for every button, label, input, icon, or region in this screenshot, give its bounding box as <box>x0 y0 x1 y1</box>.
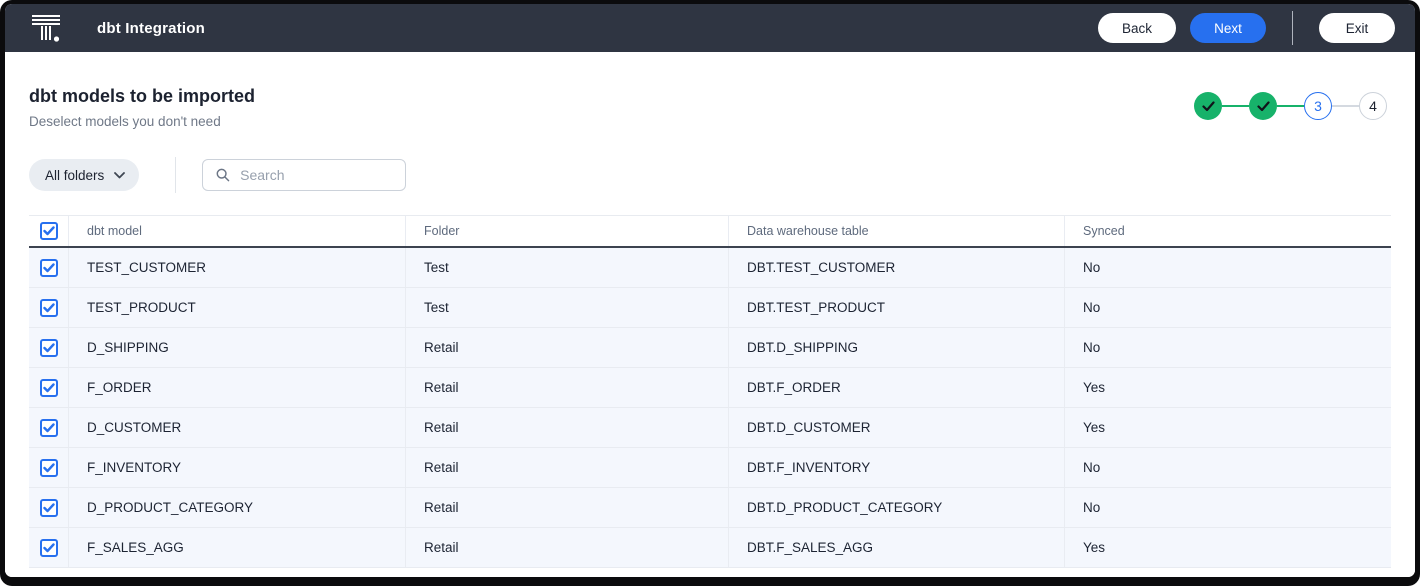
column-header-warehouse-table[interactable]: Data warehouse table <box>728 216 1064 246</box>
thoughtspot-logo-icon <box>31 13 61 43</box>
row-warehouse-table: DBT.F_ORDER <box>728 368 1064 407</box>
row-checkbox-cell <box>29 488 68 527</box>
folder-filter-label: All folders <box>45 168 104 183</box>
search-icon <box>216 167 230 183</box>
row-checkbox-cell <box>29 408 68 447</box>
row-checkbox[interactable] <box>40 499 58 517</box>
row-model: D_CUSTOMER <box>68 408 405 447</box>
table-row: F_ORDER Retail DBT.F_ORDER Yes <box>29 368 1391 408</box>
row-folder: Retail <box>405 328 728 367</box>
table-body: TEST_CUSTOMER Test DBT.TEST_CUSTOMER No … <box>29 248 1391 568</box>
search-box[interactable] <box>202 159 406 191</box>
step-1-done[interactable] <box>1194 92 1222 120</box>
page-heading-block: dbt models to be imported Deselect model… <box>29 86 255 129</box>
page-header: dbt models to be imported Deselect model… <box>29 86 1391 129</box>
table-row: F_SALES_AGG Retail DBT.F_SALES_AGG Yes <box>29 528 1391 568</box>
table-row: TEST_PRODUCT Test DBT.TEST_PRODUCT No <box>29 288 1391 328</box>
row-folder: Test <box>405 248 728 287</box>
row-folder: Retail <box>405 448 728 487</box>
search-input[interactable] <box>240 167 395 183</box>
row-folder: Retail <box>405 408 728 447</box>
row-folder: Retail <box>405 488 728 527</box>
step-2-done[interactable] <box>1249 92 1277 120</box>
page-title: dbt models to be imported <box>29 86 255 107</box>
step-4-upcoming[interactable]: 4 <box>1359 92 1387 120</box>
row-model: TEST_CUSTOMER <box>68 248 405 287</box>
header-checkbox-cell <box>29 216 68 246</box>
filter-bar: All folders <box>29 157 1391 193</box>
back-button[interactable]: Back <box>1098 13 1176 43</box>
row-checkbox[interactable] <box>40 539 58 557</box>
topbar-divider <box>1292 11 1293 45</box>
row-warehouse-table: DBT.TEST_PRODUCT <box>728 288 1064 327</box>
table-row: D_SHIPPING Retail DBT.D_SHIPPING No <box>29 328 1391 368</box>
row-folder: Retail <box>405 368 728 407</box>
select-all-checkbox[interactable] <box>40 222 58 240</box>
row-model: D_SHIPPING <box>68 328 405 367</box>
next-button[interactable]: Next <box>1190 13 1266 43</box>
row-synced: No <box>1064 248 1391 287</box>
row-checkbox[interactable] <box>40 459 58 477</box>
row-folder: Test <box>405 288 728 327</box>
topbar-actions: Back Next Exit <box>1098 11 1395 45</box>
row-checkbox-cell <box>29 288 68 327</box>
row-folder: Retail <box>405 528 728 567</box>
table-row: TEST_CUSTOMER Test DBT.TEST_CUSTOMER No <box>29 248 1391 288</box>
row-warehouse-table: DBT.D_SHIPPING <box>728 328 1064 367</box>
row-synced: No <box>1064 448 1391 487</box>
exit-button[interactable]: Exit <box>1319 13 1395 43</box>
row-synced: Yes <box>1064 408 1391 447</box>
page-subtitle: Deselect models you don't need <box>29 114 255 129</box>
app-window-frame: dbt Integration Back Next Exit dbt model… <box>0 0 1420 586</box>
filter-divider <box>175 157 176 193</box>
row-checkbox-cell <box>29 528 68 567</box>
row-checkbox[interactable] <box>40 259 58 277</box>
row-model: D_PRODUCT_CATEGORY <box>68 488 405 527</box>
step-3-active[interactable]: 3 <box>1304 92 1332 120</box>
wizard-stepper: 34 <box>1194 92 1387 120</box>
column-header-dbt-model[interactable]: dbt model <box>68 216 405 246</box>
column-header-folder[interactable]: Folder <box>405 216 728 246</box>
step-connector <box>1332 105 1359 107</box>
page-title-topbar: dbt Integration <box>97 20 205 37</box>
row-checkbox-cell <box>29 248 68 287</box>
row-model: F_ORDER <box>68 368 405 407</box>
row-model: F_SALES_AGG <box>68 528 405 567</box>
row-synced: No <box>1064 328 1391 367</box>
column-header-synced[interactable]: Synced <box>1064 216 1391 246</box>
row-warehouse-table: DBT.TEST_CUSTOMER <box>728 248 1064 287</box>
row-warehouse-table: DBT.D_CUSTOMER <box>728 408 1064 447</box>
row-checkbox[interactable] <box>40 419 58 437</box>
row-checkbox[interactable] <box>40 339 58 357</box>
step-connector <box>1222 105 1249 107</box>
row-model: F_INVENTORY <box>68 448 405 487</box>
row-synced: No <box>1064 488 1391 527</box>
row-synced: No <box>1064 288 1391 327</box>
row-checkbox-cell <box>29 328 68 367</box>
row-warehouse-table: DBT.D_PRODUCT_CATEGORY <box>728 488 1064 527</box>
table-row: F_INVENTORY Retail DBT.F_INVENTORY No <box>29 448 1391 488</box>
row-checkbox-cell <box>29 368 68 407</box>
table-row: D_PRODUCT_CATEGORY Retail DBT.D_PRODUCT_… <box>29 488 1391 528</box>
models-table: dbt model Folder Data warehouse table Sy… <box>29 215 1391 568</box>
row-warehouse-table: DBT.F_SALES_AGG <box>728 528 1064 567</box>
table-row: D_CUSTOMER Retail DBT.D_CUSTOMER Yes <box>29 408 1391 448</box>
step-connector <box>1277 105 1304 107</box>
row-warehouse-table: DBT.F_INVENTORY <box>728 448 1064 487</box>
folder-filter-dropdown[interactable]: All folders <box>29 159 139 191</box>
row-checkbox-cell <box>29 448 68 487</box>
table-header-row: dbt model Folder Data warehouse table Sy… <box>29 215 1391 248</box>
top-bar: dbt Integration Back Next Exit <box>5 4 1415 52</box>
row-model: TEST_PRODUCT <box>68 288 405 327</box>
row-synced: Yes <box>1064 528 1391 567</box>
row-checkbox[interactable] <box>40 379 58 397</box>
row-checkbox[interactable] <box>40 299 58 317</box>
chevron-down-icon <box>114 172 125 179</box>
main-content: dbt models to be imported Deselect model… <box>5 52 1415 577</box>
dbt-integration-window: dbt Integration Back Next Exit dbt model… <box>5 4 1415 577</box>
row-synced: Yes <box>1064 368 1391 407</box>
